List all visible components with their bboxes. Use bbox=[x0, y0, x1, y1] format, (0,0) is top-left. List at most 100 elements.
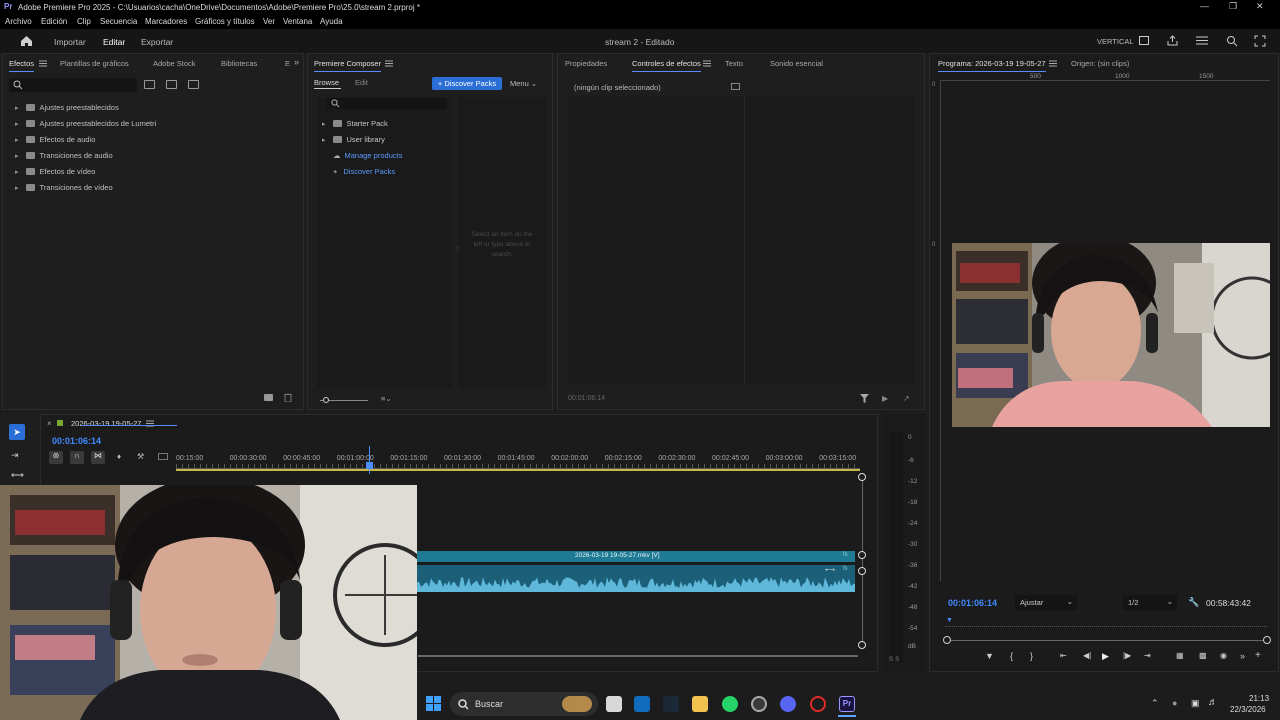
video-clip[interactable]: 2026-03-19 19-05-27.mkv [V] fx bbox=[417, 551, 855, 562]
menu-graficos[interactable]: Gráficos y títulos bbox=[195, 17, 255, 26]
ripple-edit-icon[interactable]: ⟷ bbox=[11, 470, 24, 481]
windows-start-icon[interactable] bbox=[426, 696, 441, 711]
opera-icon[interactable] bbox=[810, 696, 826, 712]
resize-handle[interactable]: ⋮ bbox=[454, 246, 461, 254]
snap-icon[interactable]: ∩ bbox=[70, 451, 84, 464]
resolution-dropdown[interactable]: 1/2 ⌄ bbox=[1123, 595, 1177, 610]
32bit-effects-icon[interactable] bbox=[166, 80, 177, 89]
menu-clip[interactable]: Clip bbox=[77, 17, 91, 26]
audio-clip[interactable]: ⟷ fx bbox=[417, 565, 855, 592]
home-icon[interactable] bbox=[20, 35, 33, 47]
tab-texto[interactable]: Texto bbox=[725, 59, 743, 68]
more-tabs-icon[interactable]: » bbox=[294, 57, 299, 67]
composer-item-library[interactable]: ▸ User library bbox=[322, 135, 385, 144]
tab-edit[interactable]: Edit bbox=[355, 78, 368, 87]
close-icon[interactable]: ✕ bbox=[1256, 1, 1264, 12]
zoom-handle-left[interactable] bbox=[943, 636, 951, 644]
play-icon[interactable]: ▶ bbox=[1102, 651, 1109, 662]
step-back-icon[interactable]: ◀| bbox=[1083, 651, 1091, 660]
close-sequence-icon[interactable]: × bbox=[47, 419, 52, 428]
work-area-bar[interactable] bbox=[176, 469, 860, 471]
fullscreen-icon[interactable] bbox=[1254, 35, 1266, 47]
menu-ver[interactable]: Ver bbox=[263, 17, 275, 26]
volume-icon[interactable]: ♬ bbox=[1208, 697, 1218, 708]
effects-folder-item[interactable]: ▸ Transiciones de vídeo bbox=[15, 183, 113, 192]
menu-edicion[interactable]: Edición bbox=[41, 17, 67, 26]
overwrite-icon[interactable]: ▩ bbox=[1199, 651, 1207, 660]
playhead-marker[interactable]: ▼ bbox=[946, 617, 953, 624]
composer-title[interactable]: Premiere Composer bbox=[314, 59, 382, 72]
task-view-icon[interactable] bbox=[606, 696, 622, 712]
mark-out-icon[interactable]: } bbox=[1030, 651, 1033, 661]
effects-folder-item[interactable]: ▸ Transiciones de audio bbox=[15, 151, 113, 160]
vertical-scrollbar[interactable] bbox=[862, 473, 863, 645]
play-audio-icon[interactable]: ▶ bbox=[882, 394, 888, 403]
timeline-playhead[interactable] bbox=[368, 446, 370, 474]
add-button-icon[interactable]: + bbox=[1255, 650, 1261, 661]
panel-menu-icon[interactable] bbox=[385, 60, 393, 67]
tab-controles-efectos[interactable]: Controles de efectos bbox=[632, 59, 701, 72]
tab-plantillas[interactable]: Plantillas de gráficos bbox=[60, 59, 129, 68]
add-marker-icon[interactable]: ▼ bbox=[985, 651, 994, 661]
workspace-vertical[interactable]: VERTICAL bbox=[1097, 37, 1134, 46]
menu-ventana[interactable]: Ventana bbox=[283, 17, 312, 26]
filter-icon[interactable] bbox=[860, 394, 869, 403]
accelerated-effects-icon[interactable] bbox=[144, 80, 155, 89]
go-to-out-icon[interactable]: ⇥ bbox=[1144, 651, 1151, 660]
workspace-import[interactable]: Importar bbox=[54, 37, 86, 47]
tab-bibliotecas[interactable]: Bibliotecas bbox=[221, 59, 257, 68]
mark-in-icon[interactable]: { bbox=[1010, 651, 1013, 661]
horizontal-scrollbar[interactable] bbox=[418, 655, 858, 657]
effects-folder-item[interactable]: ▸ Efectos de vídeo bbox=[15, 167, 95, 176]
step-forward-icon[interactable]: |▶ bbox=[1123, 651, 1131, 660]
menu-ayuda[interactable]: Ayuda bbox=[320, 17, 343, 26]
manage-products-link[interactable]: ☁ Manage products bbox=[333, 151, 402, 160]
network-icon[interactable]: ▣ bbox=[1191, 698, 1200, 709]
discord-icon[interactable] bbox=[780, 696, 796, 712]
scroll-handle[interactable] bbox=[858, 567, 866, 575]
tab-source[interactable]: Origen: (sin clips) bbox=[1071, 59, 1129, 68]
selection-tool-icon[interactable]: ➤ bbox=[9, 424, 25, 440]
tab-e[interactable]: E bbox=[285, 59, 290, 68]
menu-archivo[interactable]: Archivo bbox=[5, 17, 32, 26]
captions-icon[interactable] bbox=[158, 453, 168, 460]
nest-icon[interactable]: ⊛ bbox=[49, 451, 63, 464]
menu-lines-icon[interactable] bbox=[1196, 36, 1208, 45]
effects-folder-item[interactable]: ▸ Ajustes preestablecidos bbox=[15, 103, 119, 112]
tab-sonido-esencial[interactable]: Sonido esencial bbox=[770, 59, 823, 68]
taskbar-search[interactable]: Buscar bbox=[450, 692, 598, 716]
playhead-handle[interactable] bbox=[365, 462, 373, 469]
insert-icon[interactable]: ▦ bbox=[1176, 651, 1184, 660]
effects-folder-item[interactable]: ▸ Ajustes preestablecidos de Lumetri bbox=[15, 119, 156, 128]
tab-browse[interactable]: Browse bbox=[314, 78, 339, 87]
camera-icon[interactable]: ◉ bbox=[1220, 651, 1227, 660]
composer-item-starter[interactable]: ▸ Starter Pack bbox=[322, 119, 388, 128]
tab-propiedades[interactable]: Propiedades bbox=[565, 59, 607, 68]
share-icon[interactable] bbox=[1167, 35, 1178, 46]
panel-layout-icon[interactable] bbox=[1139, 36, 1149, 45]
sequence-tab[interactable]: 2026-03-19 19-05-27 bbox=[71, 419, 141, 428]
linked-selection-icon[interactable]: ⋈ bbox=[91, 451, 105, 464]
file-explorer-icon[interactable] bbox=[692, 696, 708, 712]
outlook-icon[interactable] bbox=[634, 696, 650, 712]
workspace-export[interactable]: Exportar bbox=[141, 37, 173, 47]
add-marker-icon[interactable]: ♦ bbox=[117, 452, 121, 461]
chrome-icon[interactable] bbox=[751, 696, 767, 712]
steam-icon[interactable] bbox=[663, 696, 679, 712]
panel-menu-icon[interactable] bbox=[703, 60, 711, 67]
discover-packs-button[interactable]: + Discover Packs bbox=[432, 77, 502, 90]
panel-menu-icon[interactable] bbox=[1049, 60, 1057, 67]
menu-marcadores[interactable]: Marcadores bbox=[145, 17, 187, 26]
go-to-in-icon[interactable]: ⇤ bbox=[1060, 651, 1067, 660]
trash-icon[interactable] bbox=[284, 393, 292, 402]
tab-adobe-stock[interactable]: Adobe Stock bbox=[153, 59, 196, 68]
fit-dropdown[interactable]: Ajustar ⌄ bbox=[1015, 595, 1077, 610]
composer-search-input[interactable] bbox=[327, 98, 447, 109]
tab-program[interactable]: Programa: 2026-03-19 19-05-27 bbox=[938, 59, 1046, 72]
slider-thumb[interactable] bbox=[323, 397, 329, 403]
discover-packs-link[interactable]: + Discover Packs bbox=[333, 167, 395, 176]
premiere-taskbar-icon[interactable]: Pr bbox=[839, 696, 855, 712]
zoom-bar[interactable] bbox=[948, 640, 1268, 641]
microphone-icon[interactable]: ● bbox=[1172, 698, 1177, 708]
monitor-scrubber[interactable] bbox=[945, 619, 1267, 627]
